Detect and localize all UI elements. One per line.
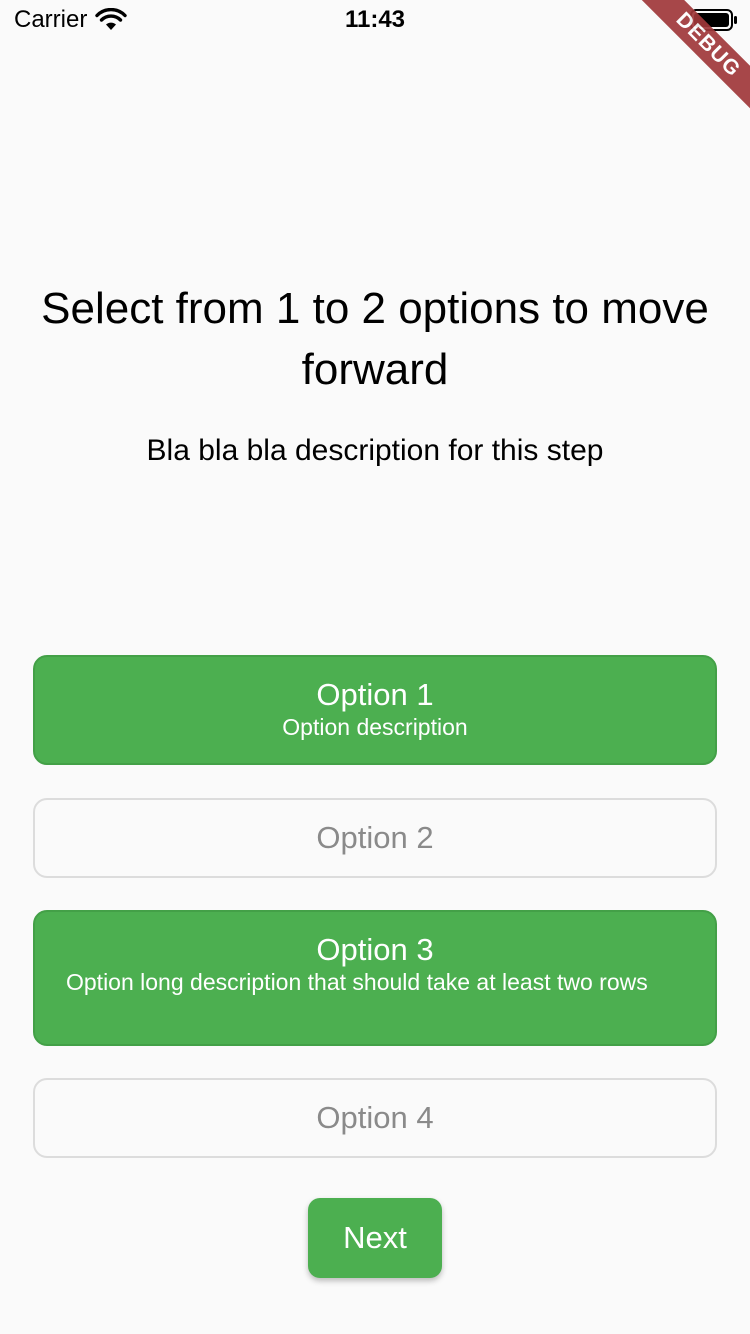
status-bar: Carrier 11:43	[0, 0, 750, 40]
option-4-card[interactable]: Option 4	[33, 1078, 717, 1158]
option-1-description: Option description	[282, 714, 468, 740]
page-title: Select from 1 to 2 options to move forwa…	[41, 284, 709, 394]
step-description: Bla bla bla description for this step	[146, 434, 604, 467]
option-4-label: Option 4	[316, 1100, 434, 1135]
option-1-card[interactable]: Option 1 Option description	[33, 655, 717, 765]
option-2-card[interactable]: Option 2	[33, 798, 717, 878]
option-1-label: Option 1	[316, 677, 434, 712]
option-3-card[interactable]: Option 3 Option long description that sh…	[33, 910, 717, 1046]
battery-icon	[690, 9, 737, 31]
option-3-description: Option long description that should take…	[66, 969, 648, 995]
option-3-label: Option 3	[316, 932, 434, 967]
next-button[interactable]: Next	[308, 1198, 442, 1278]
option-2-label: Option 2	[316, 820, 434, 855]
status-time: 11:43	[344, 6, 406, 33]
step-header: Select from 1 to 2 options to move forwa…	[0, 278, 750, 468]
